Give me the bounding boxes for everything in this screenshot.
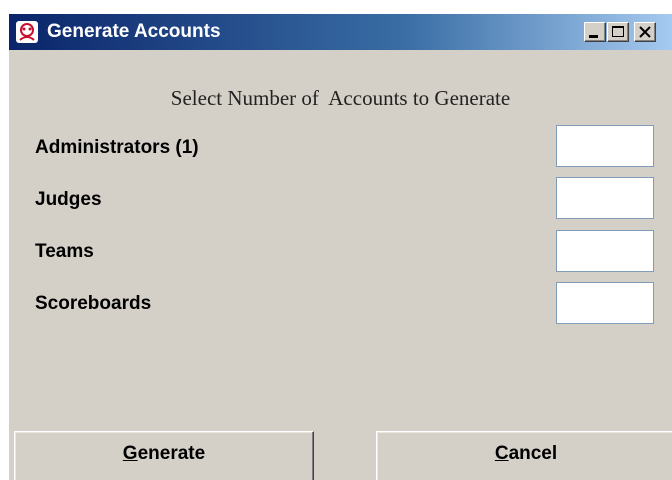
minimize-icon xyxy=(589,35,598,38)
teams-input[interactable] xyxy=(556,230,654,272)
minimize-button[interactable] xyxy=(584,22,606,42)
teams-label: Teams xyxy=(35,241,94,262)
dialog-heading: Select Number of Accounts to Generate xyxy=(170,86,511,110)
close-button[interactable] xyxy=(634,22,656,42)
close-icon xyxy=(639,26,651,38)
judges-label: Judges xyxy=(35,189,102,210)
administrators-input[interactable] xyxy=(556,125,654,167)
scoreboards-label: Scoreboards xyxy=(35,293,152,314)
title-bar[interactable]: Generate Accounts xyxy=(9,14,672,50)
scoreboards-input[interactable] xyxy=(556,282,654,324)
generate-mnemonic: G xyxy=(122,443,138,464)
maximize-button[interactable] xyxy=(607,22,629,42)
generate-button[interactable]: Generate xyxy=(14,431,314,480)
cancel-mnemonic: C xyxy=(494,443,509,464)
generate-accounts-window: Generate Accounts Select Number of Accou… xyxy=(9,14,672,480)
app-logo-icon xyxy=(15,20,39,44)
cancel-label-rest: ancel xyxy=(508,443,558,464)
cancel-button[interactable]: Cancel xyxy=(376,431,672,480)
administrators-label: Administrators (1) xyxy=(35,137,199,158)
generate-label-rest: enerate xyxy=(137,443,206,464)
window-title: Generate Accounts xyxy=(47,21,221,42)
maximize-icon xyxy=(612,26,624,37)
judges-input[interactable] xyxy=(556,177,654,219)
